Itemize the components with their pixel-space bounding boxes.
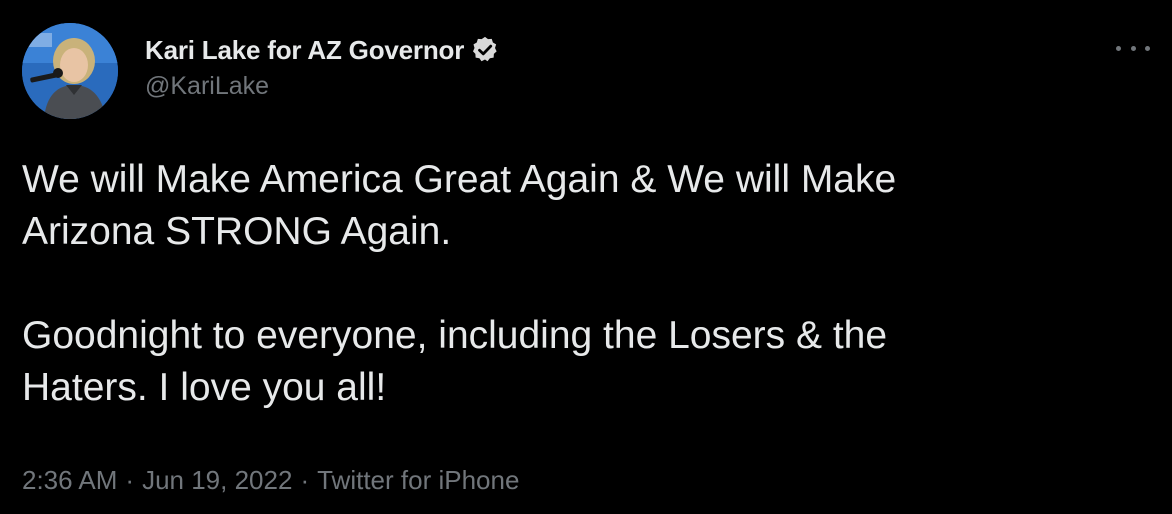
author-name-row: Kari Lake for AZ Governor: [145, 32, 500, 68]
tweet-card: Kari Lake for AZ Governor @KariLake We w…: [0, 0, 1172, 514]
profile-photo-icon: [22, 23, 118, 119]
more-horizontal-icon[interactable]: [1116, 36, 1150, 60]
tweet-text: We will Make America Great Again & We wi…: [22, 154, 1142, 414]
tweet-line: Arizona STRONG Again.: [22, 210, 452, 253]
more-dot: [1145, 45, 1150, 51]
author-handle[interactable]: @KariLake: [145, 72, 269, 101]
meta-separator: ·: [125, 465, 135, 495]
more-dot: [1116, 45, 1121, 51]
tweet-meta: 2:36 AM · Jun 19, 2022 · Twitter for iPh…: [22, 465, 519, 496]
verified-badge-icon: [470, 35, 500, 65]
tweet-line: We will Make America Great Again & We wi…: [22, 158, 897, 201]
tweet-source[interactable]: Twitter for iPhone: [317, 465, 519, 496]
tweet-date[interactable]: Jun 19, 2022: [142, 465, 292, 496]
meta-separator: ·: [300, 465, 310, 495]
more-dot: [1130, 45, 1136, 51]
author-display-name[interactable]: Kari Lake for AZ Governor: [145, 35, 464, 66]
tweet-time[interactable]: 2:36 AM: [22, 465, 117, 496]
avatar[interactable]: [22, 23, 118, 119]
tweet-line: Haters. I love you all!: [22, 366, 387, 409]
tweet-line: Goodnight to everyone, including the Los…: [22, 314, 888, 357]
